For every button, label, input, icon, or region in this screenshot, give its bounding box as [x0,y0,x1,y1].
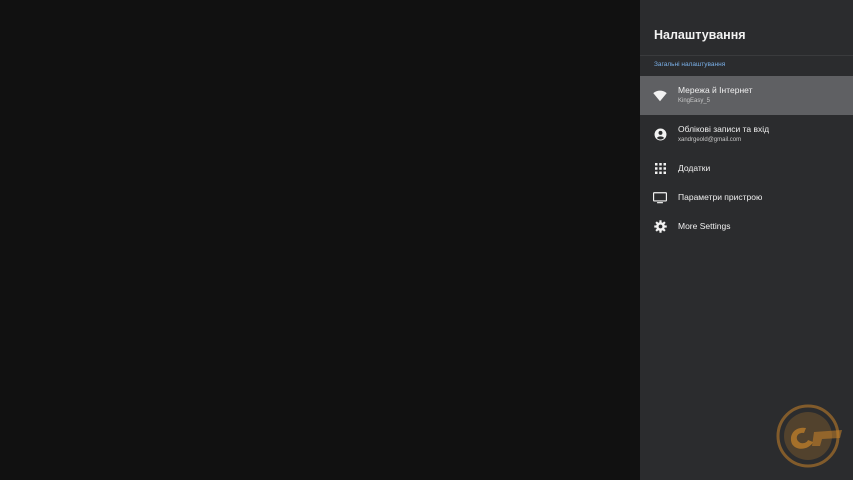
menu-item-device[interactable]: Параметри пристрою [640,183,853,212]
header-divider [640,55,853,56]
menu-item-accounts[interactable]: Облікові записи та вхід xandrgeold@gmail… [640,115,853,154]
menu-item-more-settings[interactable]: More Settings [640,212,853,241]
account-circle-icon [653,128,667,142]
menu-item-accounts-subtitle: xandrgeold@gmail.com [678,137,742,143]
panel-title: Налаштування [654,28,746,42]
gear-icon [653,220,667,234]
menu-item-network-subtitle: KingEasy_5 [678,98,711,104]
tv-display-icon [653,191,667,205]
dimmed-background [0,0,640,480]
menu-item-network-title: Мережа й Інтернет [678,85,753,95]
apps-grid-icon [653,162,667,176]
site-logo-watermark [770,404,850,468]
menu-item-network[interactable]: Мережа й Інтернет KingEasy_5 [640,76,853,115]
menu-item-device-title: Параметри пристрою [678,192,763,202]
tv-settings-screen: Налаштування Загальні налаштування Мереж… [0,0,853,480]
settings-menu: Мережа й Інтернет KingEasy_5 Облікові за… [640,76,853,241]
wifi-icon [653,89,667,103]
menu-item-accounts-title: Облікові записи та вхід [678,124,770,134]
menu-item-apps[interactable]: Додатки [640,154,853,183]
menu-item-more-settings-title: More Settings [678,221,731,231]
section-label-general: Загальні налаштування [654,61,726,68]
menu-item-apps-title: Додатки [678,163,711,173]
